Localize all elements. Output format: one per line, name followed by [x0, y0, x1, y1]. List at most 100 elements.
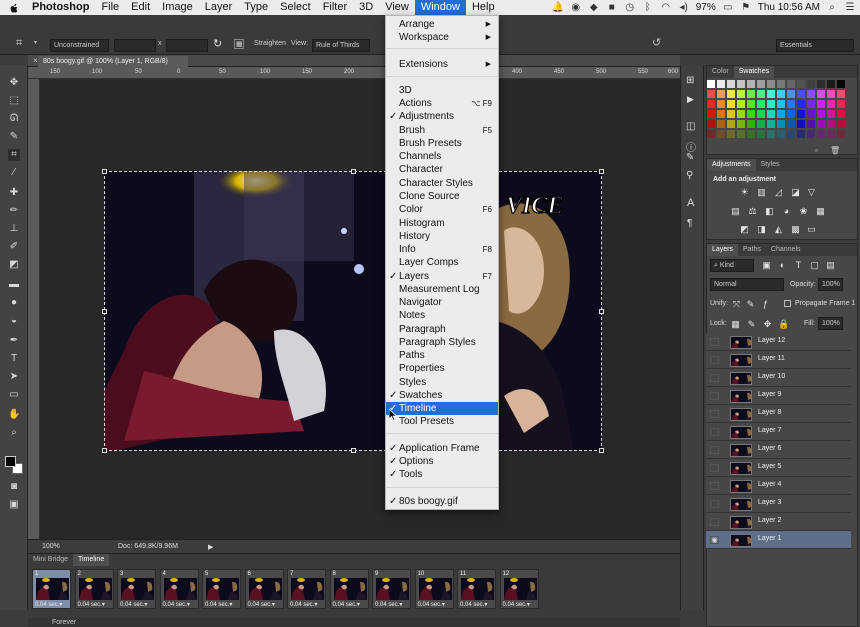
color-swatch[interactable] — [827, 120, 835, 128]
vibrance-icon[interactable]: ▽ — [806, 187, 817, 197]
color-swatch[interactable] — [727, 100, 735, 108]
curves-icon[interactable]: ◿ — [773, 187, 784, 197]
adjustment-filter-icon[interactable]: ◐ — [777, 260, 788, 270]
color-swatch[interactable] — [727, 110, 735, 118]
color-swatch[interactable] — [737, 80, 745, 88]
visibility-toggle[interactable] — [710, 410, 719, 418]
color-swatch[interactable] — [767, 120, 775, 128]
menu-select[interactable]: Select — [274, 0, 317, 15]
color-swatch[interactable] — [817, 120, 825, 128]
color-swatch[interactable] — [777, 90, 785, 98]
lock-all-icon[interactable]: 🔒 — [778, 319, 789, 329]
menu-item-histogram[interactable]: Histogram — [386, 217, 498, 230]
color-swatch[interactable] — [747, 90, 755, 98]
crop-handle[interactable] — [351, 448, 356, 453]
menu-item-history[interactable]: History — [386, 230, 498, 243]
menu-item-color[interactable]: Color F6 — [386, 203, 498, 216]
menu-item-channels[interactable]: Channels — [386, 150, 498, 163]
type-filter-icon[interactable]: T — [793, 260, 804, 270]
color-balance-icon[interactable]: ⚖ — [747, 206, 758, 216]
unify-position-icon[interactable]: ⤧ — [731, 299, 742, 309]
crop-handle[interactable] — [102, 448, 107, 453]
crop-selection[interactable] — [102, 169, 604, 453]
color-swatch[interactable] — [817, 90, 825, 98]
dodge-tool-icon[interactable]: ◒ — [8, 315, 20, 327]
pixel-filter-icon[interactable]: ▣ — [761, 260, 772, 270]
photo-filter-icon[interactable]: ◕ — [781, 206, 792, 216]
spotlight-icon[interactable]: ⌕ — [826, 2, 838, 13]
eye-icon[interactable]: ◉ — [710, 536, 719, 544]
menu-item-layer-comps[interactable]: Layer Comps — [386, 256, 498, 269]
timeline-frame[interactable]: 8 0.04 sec.▾ — [329, 569, 369, 609]
visibility-toggle[interactable] — [710, 374, 719, 382]
timeline-frame[interactable]: 7 0.04 sec.▾ — [287, 569, 326, 609]
zoom-level[interactable]: 100% — [42, 543, 60, 550]
color-swatch[interactable] — [727, 130, 735, 138]
visibility-toggle[interactable] — [710, 356, 719, 364]
layer-row[interactable]: Layer 2 — [706, 513, 851, 531]
posterize-icon[interactable]: ◨ — [756, 224, 767, 234]
color-swatch[interactable] — [797, 110, 805, 118]
crop-handle[interactable] — [102, 309, 107, 314]
color-swatch[interactable] — [777, 100, 785, 108]
color-swatch[interactable] — [837, 120, 845, 128]
menu-item-character-styles[interactable]: Character Styles — [386, 177, 498, 190]
color-swatch[interactable] — [817, 110, 825, 118]
menu-item-tools[interactable]: ✓ Tools — [386, 468, 498, 481]
menu-item-layers[interactable]: ✓ Layers F7 — [386, 270, 498, 283]
propagate-checkbox[interactable] — [784, 300, 791, 307]
timeline-frame[interactable]: 10 0.04 sec.▾ — [414, 569, 454, 609]
straighten-label[interactable]: Straighten — [254, 40, 286, 47]
view-select[interactable]: Rule of Thirds — [312, 39, 370, 52]
color-swatch[interactable] — [817, 130, 825, 138]
menu-item-brush-presets[interactable]: Brush Presets — [386, 137, 498, 150]
unify-style-icon[interactable]: ƒ — [760, 299, 771, 309]
layer-row[interactable]: Layer 6 — [706, 441, 851, 459]
tab-color[interactable]: Color — [707, 66, 734, 78]
menu-item-workspace[interactable]: Workspace ▶ — [386, 31, 498, 44]
menu-item-notes[interactable]: Notes — [386, 309, 498, 322]
frame-delay[interactable]: 0.04 sec.▾ — [503, 601, 530, 608]
color-swatch[interactable] — [837, 110, 845, 118]
marquee-tool-icon[interactable]: ⬚ — [8, 95, 20, 107]
color-swatch[interactable] — [707, 120, 715, 128]
frame-delay[interactable]: 0.04 sec.▾ — [290, 601, 317, 608]
loop-select[interactable]: Forever — [52, 619, 76, 626]
straighten-icon[interactable]: ▦ — [236, 40, 243, 48]
trash-icon[interactable]: 🗑 — [830, 146, 840, 155]
color-swatch[interactable] — [837, 100, 845, 108]
clock[interactable]: Thu 10:56 AM — [758, 2, 820, 13]
color-swatch[interactable] — [837, 90, 845, 98]
color-swatch[interactable] — [827, 100, 835, 108]
dropbox-icon[interactable]: ◆ — [588, 2, 600, 13]
crop-handle[interactable] — [102, 169, 107, 174]
color-swatch[interactable] — [717, 130, 725, 138]
color-swatch[interactable] — [787, 130, 795, 138]
opacity-field[interactable]: 100% — [818, 278, 843, 291]
crop-handle[interactable] — [351, 169, 356, 174]
color-swatch[interactable] — [707, 90, 715, 98]
bluetooth-icon[interactable]: ᛒ — [642, 2, 654, 13]
height-field[interactable] — [166, 39, 208, 52]
tab-mini-bridge[interactable]: Mini Bridge — [28, 554, 73, 566]
color-swatch[interactable] — [797, 90, 805, 98]
color-swatch[interactable] — [757, 100, 765, 108]
frame-delay[interactable]: 0.04 sec.▾ — [418, 601, 445, 608]
color-swatch[interactable] — [787, 80, 795, 88]
unify-visibility-icon[interactable]: ✎ — [745, 299, 756, 309]
menu-image[interactable]: Image — [156, 0, 199, 15]
threshold-icon[interactable]: ◭ — [773, 224, 784, 234]
menu-item-measurement-log[interactable]: Measurement Log — [386, 283, 498, 296]
color-swatch[interactable] — [737, 110, 745, 118]
color-swatch[interactable] — [767, 80, 775, 88]
move-tool-icon[interactable]: ✥ — [8, 77, 20, 89]
zoom-tool-icon[interactable]: ⌕ — [8, 427, 20, 439]
history-brush-tool-icon[interactable]: ✐ — [8, 241, 20, 253]
tab-channels[interactable]: Channels — [766, 244, 806, 256]
color-swatch[interactable] — [767, 100, 775, 108]
color-swatch[interactable] — [737, 130, 745, 138]
menu-item-adjustments[interactable]: ✓ Adjustments — [386, 110, 498, 123]
color-swatch[interactable] — [747, 130, 755, 138]
menu-file[interactable]: File — [95, 0, 125, 15]
color-swatch[interactable] — [747, 100, 755, 108]
